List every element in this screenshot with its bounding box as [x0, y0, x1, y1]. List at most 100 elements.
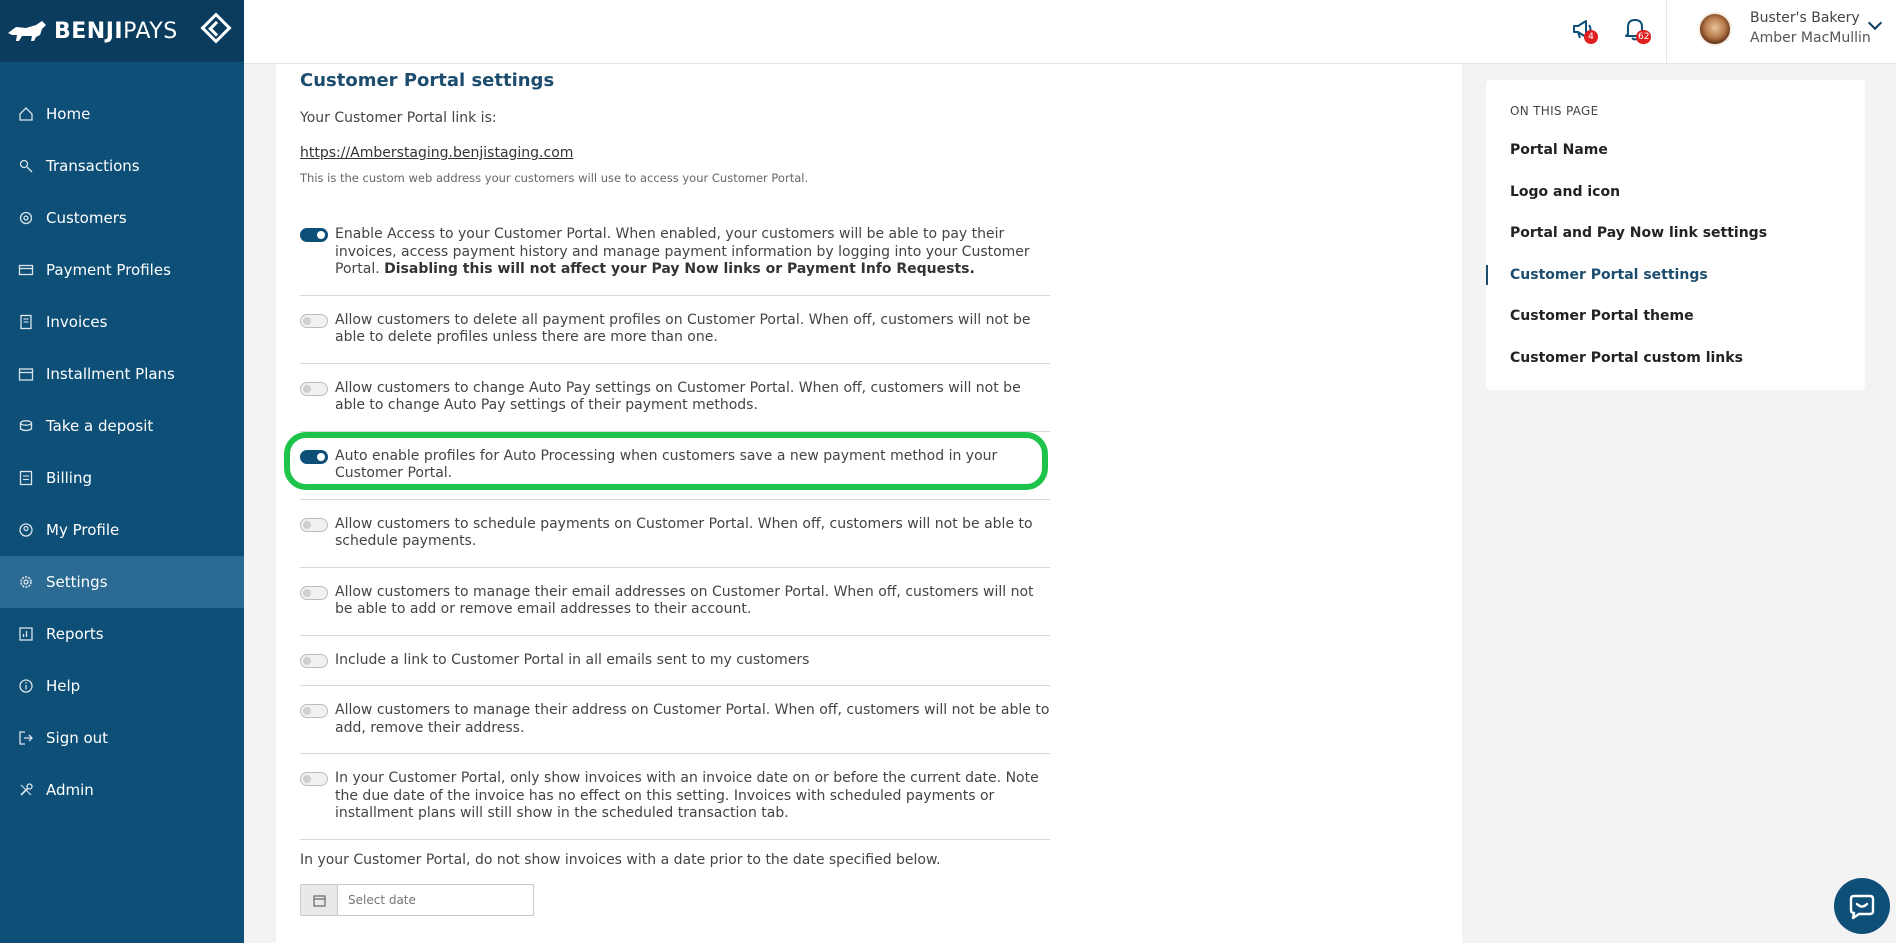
brand-name[interactable]: BENJIPAYS	[54, 19, 178, 44]
toc-item-logo-and-icon[interactable]: Logo and icon	[1510, 184, 1620, 200]
setting-toggle[interactable]	[300, 585, 328, 600]
sidebar-item-label: Take a deposit	[46, 417, 154, 435]
tools-icon	[18, 782, 34, 798]
page-title: Customer Portal settings	[300, 70, 555, 91]
setting-row: Auto enable profiles for Auto Processing…	[300, 432, 1050, 500]
main-content: Customer Portal settings Your Customer P…	[276, 64, 1462, 943]
sidebar-item-transactions[interactable]: Transactions	[0, 140, 244, 192]
setting-toggle[interactable]	[300, 772, 328, 786]
sidebar-item-label: Admin	[46, 781, 94, 799]
sidebar-item-billing[interactable]: Billing	[0, 452, 244, 504]
sidebar-item-label: My Profile	[46, 521, 120, 539]
sign-out-icon	[18, 730, 34, 746]
sidebar: BENJIPAYS Home Transactions Customers Payme…	[0, 0, 244, 943]
help-chat-button[interactable]	[1834, 878, 1890, 934]
sidebar-item-sign-out[interactable]: Sign out	[0, 712, 244, 764]
notifications-button[interactable]: 62	[1622, 16, 1652, 44]
setting-note: Disabling this will not affect your Pay …	[384, 261, 975, 277]
sidebar-item-label: Help	[46, 677, 81, 695]
setting-row: Allow customers to manage their address …	[300, 686, 1050, 754]
chevron-down-icon[interactable]	[1867, 15, 1883, 31]
setting-description: Enable Access to your Customer Portal. W…	[335, 226, 1030, 277]
brand-bar: BENJIPAYS	[0, 0, 244, 62]
gear-icon	[18, 574, 34, 590]
toc-item-customer-portal-theme[interactable]: Customer Portal theme	[1510, 308, 1694, 324]
toc-item-customer-portal-custom-links[interactable]: Customer Portal custom links	[1510, 350, 1743, 366]
deposit-icon	[18, 418, 34, 434]
toc-item-customer-portal-settings[interactable]: Customer Portal settings	[1510, 267, 1708, 283]
user-name[interactable]: Amber MacMullin	[1750, 30, 1871, 46]
sidebar-item-take-a-deposit[interactable]: Take a deposit	[0, 400, 244, 452]
setting-toggle[interactable]	[300, 381, 328, 396]
billing-icon	[18, 470, 34, 486]
setting-row: Allow customers to delete all payment pr…	[300, 296, 1050, 364]
sidebar-item-label: Payment Profiles	[46, 261, 171, 279]
portal-link-label: Your Customer Portal link is:	[300, 110, 497, 126]
portal-link-help: This is the custom web address your cust…	[300, 171, 809, 185]
dog-logo-icon	[8, 21, 46, 41]
sidebar-item-installment-plans[interactable]: Installment Plans	[0, 348, 244, 400]
top-bar: 4 62 Buster's Bakery Amber MacMullin	[244, 0, 1896, 64]
setting-row: Include a link to Customer Portal in all…	[300, 636, 1050, 686]
toc-active-marker	[1486, 265, 1488, 285]
setting-description: Allow customers to manage their address …	[335, 702, 1050, 736]
calendar-icon	[18, 366, 34, 382]
date-picker[interactable]	[300, 884, 534, 916]
avatar[interactable]	[1698, 12, 1732, 46]
company-name[interactable]: Buster's Bakery	[1750, 10, 1860, 26]
card-icon	[18, 262, 34, 278]
setting-description: Allow customers to delete all payment pr…	[335, 311, 1031, 346]
home-icon	[18, 106, 34, 122]
sidebar-item-label: Customers	[46, 209, 127, 227]
setting-row: Allow customers to schedule payments on …	[300, 500, 1050, 568]
sidebar-item-reports[interactable]: Reports	[0, 608, 244, 660]
portal-link[interactable]: https://Amberstaging.benjistaging.com	[300, 145, 573, 161]
sidebar-nav: Home Transactions Customers Payment Profile…	[0, 88, 244, 816]
setting-row: Allow customers to manage their email ad…	[300, 568, 1050, 636]
sidebar-item-invoices[interactable]: Invoices	[0, 296, 244, 348]
setting-toggle[interactable]	[300, 704, 328, 718]
sidebar-item-payment-profiles[interactable]: Payment Profiles	[0, 244, 244, 296]
setting-toggle[interactable]	[300, 228, 328, 242]
sidebar-item-label: Reports	[46, 625, 104, 643]
date-input[interactable]	[338, 885, 528, 915]
profile-icon	[18, 522, 34, 538]
reports-icon	[18, 626, 34, 642]
invoice-icon	[18, 314, 34, 330]
setting-toggle[interactable]	[300, 449, 328, 464]
collapse-sidebar-icon[interactable]	[200, 12, 232, 44]
announcements-button[interactable]: 4	[1570, 16, 1598, 44]
info-icon	[18, 678, 34, 694]
toc-item-portal-name[interactable]: Portal Name	[1510, 142, 1608, 158]
sidebar-item-label: Home	[46, 105, 91, 123]
chat-icon	[1849, 894, 1875, 920]
settings-list: Enable Access to your Customer Portal. W…	[300, 220, 1050, 840]
setting-toggle[interactable]	[300, 313, 328, 328]
setting-toggle[interactable]	[300, 517, 328, 532]
setting-description: Include a link to Customer Portal in all…	[335, 651, 810, 668]
setting-row: Enable Access to your Customer Portal. W…	[300, 220, 1050, 296]
sidebar-item-label: Installment Plans	[46, 365, 175, 383]
notifications-badge: 62	[1636, 30, 1652, 44]
setting-description: Allow customers to schedule payments on …	[335, 515, 1033, 550]
setting-row: In your Customer Portal, only show invoi…	[300, 754, 1050, 840]
sidebar-item-label: Transactions	[46, 157, 140, 175]
sidebar-item-label: Invoices	[46, 313, 108, 331]
setting-description: Allow customers to change Auto Pay setti…	[335, 379, 1021, 414]
calendar-icon[interactable]	[301, 885, 338, 915]
customers-icon	[18, 210, 34, 226]
sidebar-item-home[interactable]: Home	[0, 88, 244, 140]
sidebar-item-label: Settings	[46, 573, 108, 591]
setting-description: Allow customers to manage their email ad…	[335, 583, 1034, 618]
sidebar-item-customers[interactable]: Customers	[0, 192, 244, 244]
sidebar-item-label: Sign out	[46, 729, 109, 747]
setting-toggle[interactable]	[300, 653, 328, 668]
sidebar-item-my-profile[interactable]: My Profile	[0, 504, 244, 556]
toc-item-portal-and-pay-now-link-settings[interactable]: Portal and Pay Now link settings	[1510, 225, 1767, 241]
sidebar-item-admin[interactable]: Admin	[0, 764, 244, 816]
sidebar-item-settings[interactable]: Settings	[0, 556, 244, 608]
sidebar-item-label: Billing	[46, 469, 92, 487]
setting-row: Allow customers to change Auto Pay setti…	[300, 364, 1050, 432]
sidebar-item-help[interactable]: Help	[0, 660, 244, 712]
divider	[1666, 0, 1667, 64]
